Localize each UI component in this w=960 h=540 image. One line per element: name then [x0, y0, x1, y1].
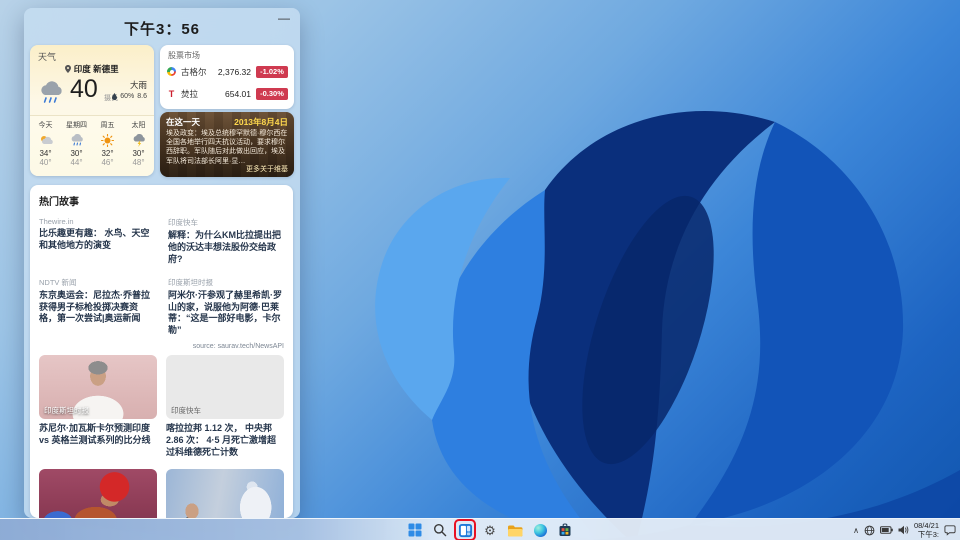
widgets-button[interactable]	[454, 519, 476, 540]
network-icon[interactable]	[864, 525, 875, 536]
wind-value: 8.6	[137, 93, 147, 100]
forecast-day[interactable]: 周五 32° 46°	[92, 116, 123, 176]
story-image-blank[interactable]: 印度快车	[166, 355, 284, 420]
clock-date[interactable]: 08/4/21 下午3:	[914, 521, 939, 540]
news-feed-card: 热门故事 Thewire.in 比乐趣更有趣： 水鸟、天空和其他地方的演变 印度…	[30, 185, 293, 518]
forecast-strip: 今天 34° 40° 星期四 30° 44° 周五 32° 46° 太阳 30°…	[30, 115, 154, 176]
forecast-day[interactable]: 今天 34° 40°	[30, 116, 61, 176]
volume-icon[interactable]	[898, 525, 909, 535]
weather-stats: 60% 8.6	[112, 93, 147, 100]
google-icon	[167, 67, 176, 76]
news-attribution: source: saurav.tech/NewsAPI	[192, 343, 284, 351]
on-this-day-widget[interactable]: 在这一天 2013年8月4日 埃及政变：埃及总统穆罕默德·穆尔西在全国各地举行四…	[160, 112, 294, 177]
on-this-day-title: 在这一天	[166, 117, 201, 127]
file-explorer-button[interactable]	[506, 521, 524, 539]
storm-icon	[133, 133, 145, 147]
system-tray: ∧ 08/4/21 下午3:	[853, 519, 956, 540]
news-story[interactable]: 印度快车 解释：为什么KM比拉提出把他的沃达丰想法股份交给政府?	[168, 217, 284, 266]
news-story-card[interactable]: 印度斯坦时报 苏尼尔·加瓦斯卡尔预测印度 vs 英格兰测试系列的比分线	[39, 355, 157, 459]
folder-icon	[508, 525, 523, 536]
stock-row-google[interactable]: 古格尔 2,376.32 -1.02%	[167, 64, 288, 79]
gear-icon: ⚙	[484, 522, 496, 538]
more-on-wiki-link[interactable]: 更多关于维基	[246, 164, 288, 174]
widgets-clock: 下午3：56	[123, 21, 201, 38]
humidity-droplet-icon	[112, 93, 118, 100]
story-image-cricketer[interactable]: 印度斯坦时报	[39, 355, 157, 420]
news-story[interactable]: 印度斯坦时报 阿米尔·汗参观了赫里希凯·罗山的家，说服他为阿德·巴莱蒂：“这是一…	[168, 277, 284, 338]
text-stories-grid: Thewire.in 比乐趣更有趣： 水鸟、天空和其他地方的演变 印度快车 解释…	[39, 217, 284, 337]
store-bag-icon	[559, 523, 571, 536]
stocks-widget[interactable]: 股票市场 古格尔 2,376.32 -1.02% T 焚拉 654.01 -0.…	[160, 45, 294, 109]
edge-browser-icon	[533, 523, 547, 537]
forecast-day[interactable]: 太阳 30° 48°	[123, 116, 154, 176]
partly-cloudy-icon	[40, 136, 53, 144]
widgets-panel: — 下午3：56 天气 印度 新德里 40 摄氏 大雨 60% 8.6 今天 3…	[24, 8, 300, 518]
start-button[interactable]	[406, 521, 424, 539]
humidity-value: 60%	[120, 93, 135, 100]
location-pin-icon	[65, 65, 72, 73]
widgets-icon	[458, 523, 472, 537]
stock-row-tesla[interactable]: T 焚拉 654.01 -0.30%	[167, 86, 288, 101]
settings-button[interactable]: ⚙	[481, 521, 499, 539]
current-temperature: 40	[70, 75, 98, 103]
image-stories-grid: 印度斯坦时报 苏尼尔·加瓦斯卡尔预测印度 vs 英格兰测试系列的比分线 印度快车…	[39, 355, 284, 518]
weather-title: 天气	[38, 52, 57, 62]
forecast-day[interactable]: 星期四 30° 44°	[61, 116, 92, 176]
windows-logo-icon	[408, 523, 422, 537]
edge-button[interactable]	[531, 521, 549, 539]
hot-stories-heading: 热门故事	[39, 197, 79, 208]
weather-location: 印度 新德里	[30, 63, 154, 75]
stock-change-badge: -0.30%	[256, 87, 288, 100]
hidden-icons-chevron[interactable]: ∧	[853, 526, 859, 535]
search-icon	[434, 524, 447, 537]
stock-price: 654.01	[225, 88, 251, 99]
news-story-card[interactable]: 印度快车 喀拉拉邦 1.12 次， 中央邦 2.86 次： 4·5 月死亡激增超…	[166, 355, 284, 459]
rain-icon	[71, 134, 83, 146]
rain-cloud-icon	[41, 81, 62, 103]
stock-price: 2,376.32	[217, 66, 251, 77]
news-story[interactable]: Thewire.in 比乐趣更有趣： 水鸟、天空和其他地方的演变	[39, 217, 155, 266]
news-story-card[interactable]: 印度斯坦时报 数字理论： 两个世界的故事受到科维德的二个州分开打击	[166, 468, 284, 518]
weather-widget[interactable]: 天气 印度 新德里 40 摄氏 大雨 60% 8.6 今天 34° 40° 星期…	[30, 45, 154, 176]
desktop[interactable]: — 下午3：56 天气 印度 新德里 40 摄氏 大雨 60% 8.6 今天 3…	[0, 0, 960, 540]
sunny-icon	[101, 133, 114, 147]
story-image-boxing[interactable]: 新闻18	[39, 468, 157, 518]
on-this-day-body: 埃及政变：埃及总统穆罕默德·穆尔西在全国各地举行四天抗议活动，要求穆尔西辞职。军…	[166, 130, 288, 165]
news-story[interactable]: NDTV 新闻 东京奥运会：尼拉杰·乔普拉获得男子标枪投掷决赛资格，第一次尝试|…	[39, 277, 155, 338]
on-this-day-date: 2013年8月4日	[234, 117, 288, 127]
stocks-title: 股票市场	[168, 51, 200, 60]
taskbar-center-icons: ⚙	[406, 519, 574, 540]
story-image-covid-test[interactable]: 印度斯坦时报	[166, 468, 284, 518]
microsoft-store-button[interactable]	[556, 521, 574, 539]
search-button[interactable]	[431, 521, 449, 539]
news-story-card[interactable]: 新闻18 印度东京奥运会日程， 2021年8月4日：完整时间|奥运会报道	[39, 468, 157, 518]
notification-center-icon[interactable]	[944, 524, 956, 536]
tesla-icon: T	[168, 88, 175, 99]
weather-condition: 大雨	[129, 80, 147, 90]
taskbar: ⚙ ∧ 08/4/21 下午3:	[0, 518, 960, 540]
stock-change-badge: -1.02%	[256, 65, 288, 78]
battery-icon[interactable]	[879, 526, 893, 534]
